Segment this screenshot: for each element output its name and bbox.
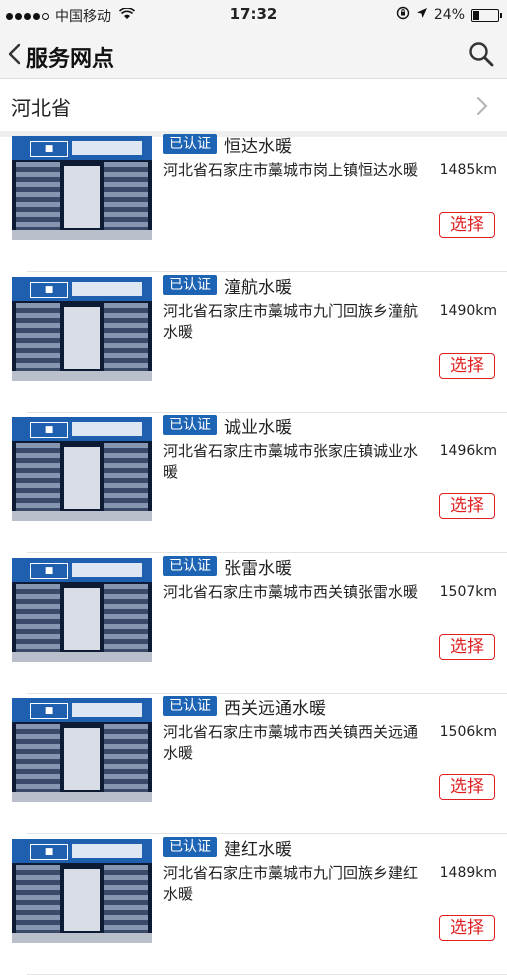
store-photo: ■ — [12, 417, 152, 521]
chevron-left-icon — [8, 43, 21, 65]
store-name: 张雷水暖 — [224, 559, 292, 579]
province-selector[interactable]: 河北省 — [0, 79, 507, 137]
store-name: 建红水暖 — [224, 840, 292, 860]
store-distance: 1506km — [439, 724, 497, 740]
select-button[interactable]: 选择 — [439, 634, 495, 660]
battery-icon — [471, 8, 502, 22]
divider — [27, 271, 507, 272]
store-address: 河北省石家庄市藁城市九门回族乡建红水暖 — [163, 864, 419, 903]
store-list-item[interactable]: ■ 已认证 潼航水暖河北省石家庄市藁城市九门回族乡潼航水暖 1490km 选择 — [0, 273, 507, 413]
province-label: 河北省 — [11, 96, 71, 120]
store-distance: 1489km — [439, 865, 497, 881]
divider — [27, 833, 507, 834]
select-button[interactable]: 选择 — [439, 353, 495, 379]
brand-logo-icon: ■ — [30, 141, 68, 157]
select-button[interactable]: 选择 — [439, 915, 495, 941]
navigation-bar: 服务网点 — [0, 30, 507, 79]
store-list-item[interactable]: ■ 已认证 建红水暖河北省石家庄市藁城市九门回族乡建红水暖 1489km 选择 — [0, 835, 507, 975]
brand-logo-icon: ■ — [30, 703, 68, 719]
select-button[interactable]: 选择 — [439, 493, 495, 519]
store-photo: ■ — [12, 839, 152, 943]
store-distance: 1485km — [439, 162, 497, 178]
store-name: 西关远通水暖 — [224, 699, 326, 719]
brand-logo-icon: ■ — [30, 282, 68, 298]
store-address: 河北省石家庄市藁城市西关镇张雷水暖 — [163, 583, 419, 601]
store-photo: ■ — [12, 277, 152, 381]
store-list-item[interactable]: ■ 已认证 西关远通水暖河北省石家庄市藁城市西关镇西关远通水暖 1506km 选择 — [0, 694, 507, 834]
search-icon — [469, 42, 494, 67]
store-address: 河北省石家庄市藁城市九门回族乡潼航水暖 — [163, 302, 419, 341]
divider — [27, 552, 507, 553]
store-name: 恒达水暖 — [224, 137, 292, 157]
store-photo: ■ — [12, 558, 152, 662]
store-distance: 1490km — [439, 303, 497, 319]
brand-logo-icon: ■ — [30, 422, 68, 438]
store-address: 河北省石家庄市藁城市张家庄镇诚业水暖 — [163, 442, 419, 481]
verified-badge: 已认证 — [163, 134, 217, 154]
select-button[interactable]: 选择 — [439, 774, 495, 800]
page-title: 服务网点 — [26, 47, 115, 72]
back-button[interactable] — [4, 38, 28, 70]
store-photo: ■ — [12, 698, 152, 802]
search-button[interactable] — [467, 40, 495, 68]
store-name: 诚业水暖 — [224, 418, 292, 438]
select-button[interactable]: 选择 — [439, 212, 495, 238]
status-bar: 中国移动 17:32 24% — [0, 0, 507, 30]
store-name: 潼航水暖 — [224, 278, 292, 298]
store-distance: 1496km — [439, 443, 497, 459]
verified-badge: 已认证 — [163, 415, 217, 435]
store-distance: 1507km — [439, 584, 497, 600]
orientation-lock-icon — [396, 6, 410, 24]
store-list-item[interactable]: ■ 已认证 诚业水暖河北省石家庄市藁城市张家庄镇诚业水暖 1496km 选择 — [0, 413, 507, 553]
chevron-right-icon — [477, 97, 488, 115]
verified-badge: 已认证 — [163, 837, 217, 857]
verified-badge: 已认证 — [163, 696, 217, 716]
verified-badge: 已认证 — [163, 275, 217, 295]
battery-percent: 24% — [433, 7, 465, 23]
store-address: 河北省石家庄市藁城市西关镇西关远通水暖 — [163, 723, 419, 762]
store-list-item[interactable]: ■ 已认证 恒达水暖河北省石家庄市藁城市岗上镇恒达水暖 1485km 选择 — [0, 132, 507, 272]
store-address: 河北省石家庄市藁城市岗上镇恒达水暖 — [163, 161, 419, 179]
brand-logo-icon: ■ — [30, 563, 68, 579]
verified-badge: 已认证 — [163, 556, 217, 576]
location-arrow-icon — [416, 7, 428, 23]
store-list-item[interactable]: ■ 已认证 张雷水暖河北省石家庄市藁城市西关镇张雷水暖 1507km 选择 — [0, 554, 507, 694]
store-photo: ■ — [12, 136, 152, 240]
status-right: 24% — [396, 6, 502, 24]
brand-logo-icon: ■ — [30, 844, 68, 860]
